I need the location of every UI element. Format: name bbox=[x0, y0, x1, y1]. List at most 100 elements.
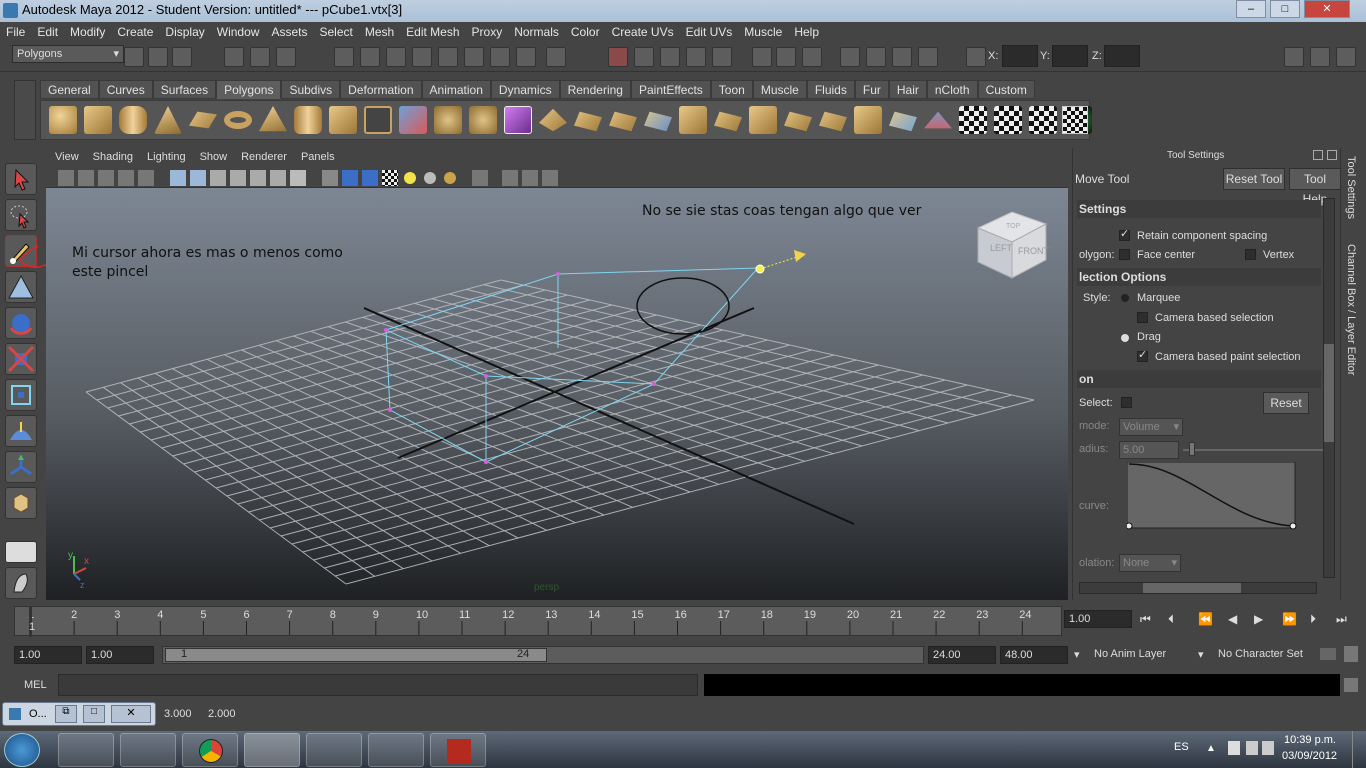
checker-map-1-icon[interactable] bbox=[959, 106, 987, 134]
time-slider[interactable]: 123456789101112131415161718192021222324 … bbox=[14, 606, 1062, 637]
save-scene-icon[interactable] bbox=[172, 47, 192, 67]
retain-spacing-checkbox[interactable]: ✓ bbox=[1119, 228, 1130, 241]
select-by-component-icon[interactable] bbox=[276, 47, 296, 67]
output-ops-icon[interactable] bbox=[776, 47, 796, 67]
drag-radio[interactable] bbox=[1121, 334, 1129, 342]
poly-pyramid-icon[interactable] bbox=[259, 106, 287, 132]
range-slider-handle[interactable] bbox=[165, 648, 547, 662]
poly-cone-icon[interactable] bbox=[154, 106, 182, 134]
auto-key-icon[interactable] bbox=[1320, 648, 1336, 660]
layout-single-pane-icon[interactable] bbox=[5, 541, 37, 563]
marquee-radio[interactable] bbox=[1121, 294, 1129, 302]
minimize-button[interactable]: – bbox=[1236, 0, 1266, 18]
tab-ncloth[interactable]: nCloth bbox=[926, 80, 978, 99]
explorer-taskbar-icon[interactable] bbox=[58, 733, 114, 767]
falloff-radius-slider-handle[interactable] bbox=[1189, 442, 1195, 456]
make-live-icon[interactable] bbox=[712, 47, 732, 67]
section-move-settings[interactable]: Settings bbox=[1077, 200, 1321, 218]
menu-edit[interactable]: Edit bbox=[31, 22, 64, 39]
safe-action-icon[interactable] bbox=[542, 170, 558, 186]
uv-snapshot-icon[interactable] bbox=[1062, 106, 1088, 134]
tab-curves[interactable]: Curves bbox=[98, 80, 153, 99]
poly-soccer-ball-icon[interactable] bbox=[364, 106, 392, 134]
bridge-icon[interactable] bbox=[574, 111, 602, 132]
menu-file[interactable]: File bbox=[0, 22, 31, 39]
select-handles-icon[interactable] bbox=[334, 47, 354, 67]
move-manipulator-axis[interactable] bbox=[759, 255, 801, 270]
menu-edit-uvs[interactable]: Edit UVs bbox=[680, 22, 739, 39]
ipr-render-icon[interactable] bbox=[892, 47, 912, 67]
select-rendering-icon[interactable] bbox=[490, 47, 510, 67]
float-panel-icon[interactable] bbox=[1313, 150, 1323, 160]
tab-toon[interactable]: Toon bbox=[710, 80, 753, 99]
checker-map-2-icon[interactable] bbox=[994, 106, 1022, 134]
soft-select-checkbox[interactable] bbox=[1121, 397, 1132, 408]
snap-to-view-plane-icon[interactable] bbox=[686, 47, 706, 67]
image-plane-icon[interactable] bbox=[118, 170, 134, 186]
menu-create-uvs[interactable]: Create UVs bbox=[606, 22, 680, 39]
rotate-tool-icon[interactable] bbox=[5, 307, 37, 339]
offset-edge-loop-icon[interactable] bbox=[714, 111, 742, 132]
tab-polygons[interactable]: Polygons bbox=[216, 80, 282, 99]
close-panel-icon[interactable] bbox=[1327, 150, 1337, 160]
select-misc-icon[interactable] bbox=[516, 47, 536, 67]
command-input[interactable] bbox=[58, 674, 698, 696]
show-channel-box-icon[interactable] bbox=[1336, 47, 1356, 67]
gate-mask-icon[interactable] bbox=[502, 170, 518, 186]
menu-edit-mesh[interactable]: Edit Mesh bbox=[400, 22, 465, 39]
append-polygon-icon[interactable] bbox=[609, 111, 637, 132]
select-tool-icon[interactable] bbox=[5, 163, 37, 195]
tab-deformation[interactable]: Deformation bbox=[340, 80, 422, 99]
animation-prefs-icon[interactable] bbox=[1344, 646, 1358, 662]
calculator-taskbar-icon[interactable] bbox=[306, 733, 362, 767]
smooth-shading-icon[interactable] bbox=[190, 170, 206, 186]
menu-select[interactable]: Select bbox=[313, 22, 358, 39]
combine-icon[interactable] bbox=[399, 106, 427, 134]
anim-layer-select[interactable]: No Anim Layer bbox=[1094, 648, 1166, 660]
planar-mapping-icon[interactable] bbox=[889, 111, 917, 132]
playback-end-field[interactable]: 24.00 bbox=[928, 646, 996, 664]
shelf-menu-icon[interactable] bbox=[14, 80, 36, 140]
section-soft-selection[interactable]: on bbox=[1077, 370, 1321, 388]
horizontal-scrollbar-thumb[interactable] bbox=[1143, 583, 1241, 593]
tab-fur[interactable]: Fur bbox=[854, 80, 889, 99]
clock-date[interactable]: 03/09/2012 bbox=[1282, 750, 1337, 762]
checker-icon[interactable] bbox=[382, 170, 398, 186]
universal-manipulator-icon[interactable] bbox=[5, 379, 37, 411]
panel-menu-shading[interactable]: Shading bbox=[86, 148, 140, 166]
poly-helix-icon[interactable] bbox=[329, 106, 357, 134]
x-field[interactable] bbox=[1002, 45, 1038, 67]
close-small-button[interactable]: ✕ bbox=[111, 705, 151, 723]
separate-icon[interactable] bbox=[434, 106, 462, 134]
tab-surfaces[interactable]: Surfaces bbox=[152, 80, 217, 99]
text-icon[interactable] bbox=[290, 170, 306, 186]
tray-network-icon[interactable] bbox=[1246, 741, 1258, 755]
show-manipulator-icon[interactable] bbox=[5, 451, 37, 483]
extract-icon[interactable] bbox=[854, 106, 882, 134]
smooth-icon[interactable] bbox=[469, 106, 497, 134]
menu-assets[interactable]: Assets bbox=[265, 22, 313, 39]
menu-normals[interactable]: Normals bbox=[508, 22, 565, 39]
wedge-face-icon[interactable] bbox=[784, 111, 812, 132]
start-time-field[interactable]: 1.00 bbox=[14, 646, 82, 664]
reset-tool-button[interactable]: Reset Tool bbox=[1223, 168, 1285, 190]
playback-start-field[interactable]: 1.00 bbox=[86, 646, 154, 664]
character-set-select[interactable]: No Character Set bbox=[1218, 648, 1303, 660]
step-back-frame-icon[interactable]: ⏴ bbox=[1168, 612, 1174, 627]
select-dynamics-icon[interactable] bbox=[464, 47, 484, 67]
current-time-field[interactable]: 1.00 bbox=[1064, 610, 1132, 628]
render-settings-icon[interactable] bbox=[918, 47, 938, 67]
menu-muscle[interactable]: Muscle bbox=[738, 22, 788, 39]
go-to-end-icon[interactable]: ⏭ bbox=[1336, 612, 1347, 627]
lock-selection-icon[interactable] bbox=[546, 47, 566, 67]
poly-pipe-icon[interactable] bbox=[294, 106, 322, 134]
camera-attributes-icon[interactable] bbox=[78, 170, 94, 186]
hardware-texturing-icon[interactable] bbox=[342, 170, 358, 186]
menu-mesh[interactable]: Mesh bbox=[359, 22, 400, 39]
tab-animation[interactable]: Animation bbox=[421, 80, 491, 99]
z-field[interactable] bbox=[1104, 45, 1140, 67]
menu-help[interactable]: Help bbox=[788, 22, 825, 39]
panel-menu-show[interactable]: Show bbox=[193, 148, 235, 166]
input-ops-icon[interactable] bbox=[752, 47, 772, 67]
go-to-start-icon[interactable]: ⏮ bbox=[1140, 612, 1151, 627]
